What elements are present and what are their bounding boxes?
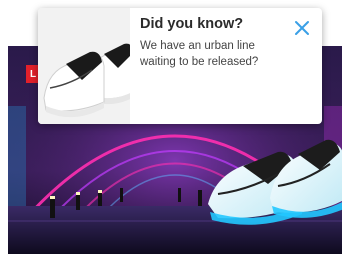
popup-title: Did you know? (140, 16, 244, 32)
did-you-know-popup: Did you know? We have an urban line wait… (38, 8, 322, 124)
close-icon[interactable] (294, 20, 310, 36)
popup-sneaker-image (38, 8, 130, 124)
popup-message: We have an urban line waiting to be rele… (140, 40, 259, 68)
